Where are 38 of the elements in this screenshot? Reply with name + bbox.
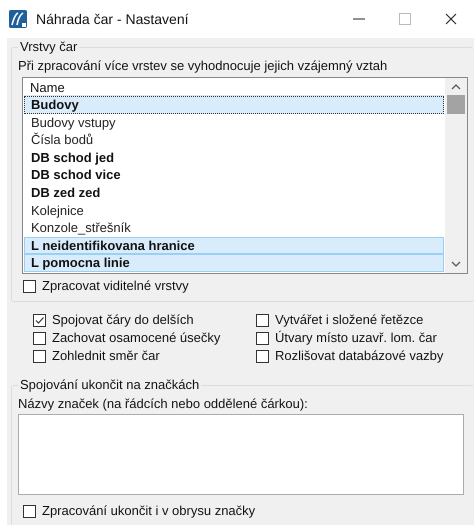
- checkbox[interactable]: [256, 314, 269, 326]
- checkbox[interactable]: [33, 350, 46, 362]
- list-item[interactable]: L pomocna linie: [24, 254, 444, 272]
- checkbox-label: Vytvářet i složené řetězce: [275, 311, 424, 330]
- checkbox[interactable]: [33, 332, 46, 344]
- checkbox[interactable]: [23, 504, 36, 518]
- checkbox-label: Spojovat čáry do delších: [52, 311, 194, 330]
- checkbox-label: Útvary místo uzavř. lom. čar: [275, 329, 437, 348]
- list-item[interactable]: Budovy: [24, 96, 444, 114]
- list-item[interactable]: Čísla bodů: [24, 131, 444, 149]
- list-item[interactable]: L neidentifikovana hranice: [24, 236, 444, 254]
- list-item[interactable]: Kolejnice: [24, 202, 444, 220]
- app-icon: [8, 9, 28, 29]
- checkbox-label: Zpracování ukončit i v obrysu značky: [42, 502, 256, 520]
- minimize-icon: [353, 18, 365, 20]
- checkbox-label: Zohlednit směr čar: [52, 347, 160, 366]
- checkbox[interactable]: [256, 332, 269, 344]
- input-field[interactable]: [18, 414, 464, 495]
- checkbox-label: Zachovat osamocené úsečky: [52, 329, 220, 348]
- maximize-icon: [399, 13, 411, 25]
- checkbox-label: Rozlišovat databázové vazby: [275, 347, 444, 366]
- window-title: Náhrada čar - Nastavení: [36, 10, 190, 28]
- list-item[interactable]: Konzole_střešník: [24, 219, 444, 237]
- list-item[interactable]: Budovy vstupy: [24, 114, 444, 132]
- list-item[interactable]: DB schod vice: [24, 166, 444, 184]
- scrollbar[interactable]: [445, 78, 467, 273]
- list-item[interactable]: DB schod jed: [24, 148, 444, 166]
- scroll-thumb[interactable]: [447, 95, 465, 114]
- field-label: Názvy značek (na řádcích nebo oddělené čárkou):: [18, 396, 309, 412]
- checkbox[interactable]: [33, 314, 46, 326]
- close-icon: [445, 13, 457, 25]
- list-item[interactable]: DB zed zed: [24, 184, 444, 202]
- checkbox[interactable]: [256, 350, 269, 362]
- description-text: Při zpracování více vrstev se vyhodnocuje jejich vzájemný vztah: [18, 58, 388, 74]
- checkbox[interactable]: [23, 280, 36, 292]
- group-title: Spojování ukončit na značkách: [18, 377, 202, 393]
- checkbox-label: Zpracovat viditelné vrstvy: [42, 277, 189, 296]
- group-title: Vrstvy čar: [18, 39, 80, 55]
